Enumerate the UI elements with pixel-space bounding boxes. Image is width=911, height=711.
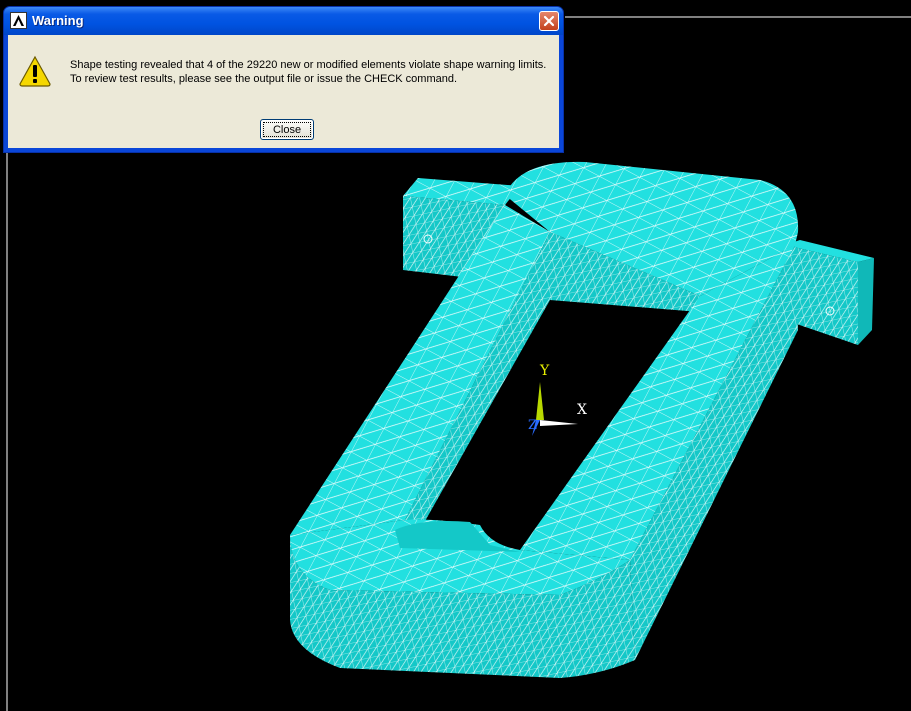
message-line-2: To review test results, please see the o…	[70, 73, 458, 85]
warning-icon	[19, 55, 51, 87]
dialog-title: Warning	[32, 13, 84, 28]
message-line-1: Shape testing revealed that 4 of the 292…	[70, 59, 547, 71]
triad-y-label: Y	[540, 363, 550, 379]
triad-x-label: X	[577, 402, 587, 418]
dialog-title-bar[interactable]: Warning	[4, 7, 563, 35]
triad-z-label: Z	[528, 418, 538, 433]
warning-dialog: Warning Shape testing revealed that 4 of…	[3, 6, 564, 153]
close-button[interactable]: Close	[260, 119, 314, 140]
close-icon[interactable]	[539, 11, 559, 31]
dialog-body: Shape testing revealed that 4 of the 292…	[8, 35, 559, 148]
ansys-logo-icon	[10, 12, 27, 29]
dialog-message: Shape testing revealed that 4 of the 292…	[70, 58, 560, 86]
right-tab	[785, 240, 874, 345]
coordinate-triad	[532, 382, 578, 436]
